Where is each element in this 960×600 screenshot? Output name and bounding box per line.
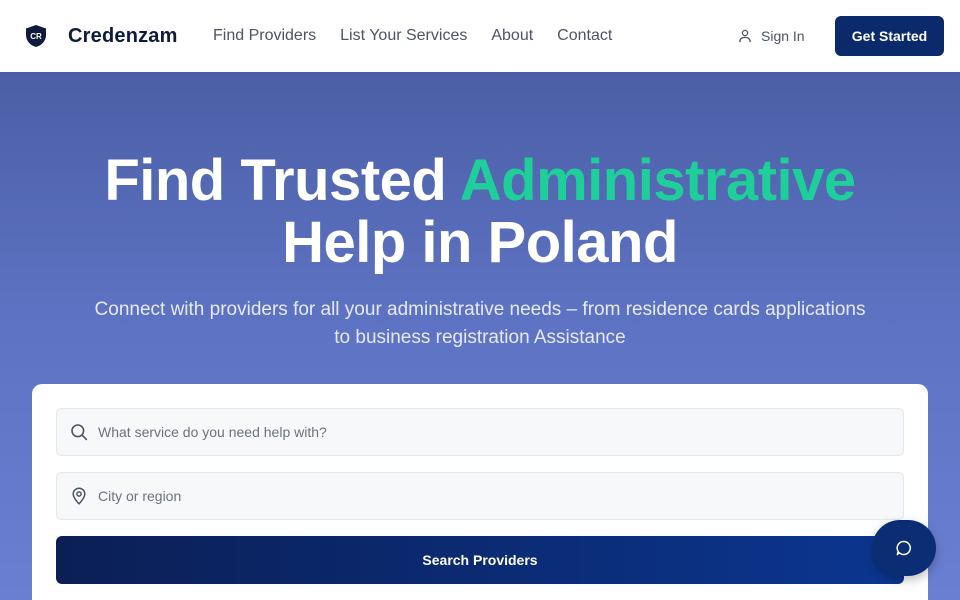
search-providers-button[interactable]: Search Providers: [56, 536, 904, 584]
sign-in-label: Sign In: [761, 28, 805, 44]
hero-title-prefix: Find Trusted: [104, 148, 460, 213]
chat-button[interactable]: [872, 520, 936, 576]
hero-title: Find Trusted Administrative Help in Pola…: [0, 150, 960, 274]
service-input[interactable]: [98, 409, 903, 455]
nav-link-contact[interactable]: Contact: [557, 24, 612, 48]
sign-in-link[interactable]: Sign In: [738, 24, 805, 48]
hero-section: Find Trusted Administrative Help in Pola…: [0, 72, 960, 600]
get-started-button[interactable]: Get Started: [835, 16, 944, 56]
search-icon: [71, 424, 88, 441]
user-icon: [739, 29, 751, 43]
hero-subtitle: Connect with providers for all your admi…: [94, 299, 866, 348]
main-nav: Find Providers List Your Services About …: [213, 24, 612, 48]
brand-name: Credenzam: [68, 25, 178, 47]
search-card: Search Providers: [32, 384, 928, 600]
logo-text: CR: [30, 32, 42, 41]
nav-link-find-providers[interactable]: Find Providers: [213, 24, 316, 48]
location-field: [56, 472, 904, 520]
shield-icon: CR: [26, 25, 46, 47]
brand[interactable]: CR Credenzam: [24, 24, 178, 48]
navbar: CR Credenzam Find Providers List Your Se…: [0, 0, 960, 72]
nav-link-about[interactable]: About: [491, 24, 533, 48]
location-input[interactable]: [98, 473, 903, 519]
location-pin-icon: [72, 487, 86, 505]
nav-link-list-services[interactable]: List Your Services: [340, 24, 467, 48]
hero-title-line2: Help in Poland: [282, 210, 678, 275]
hero-title-accent: Administrative: [459, 148, 856, 213]
service-field: [56, 408, 904, 456]
chat-icon: [896, 540, 912, 556]
